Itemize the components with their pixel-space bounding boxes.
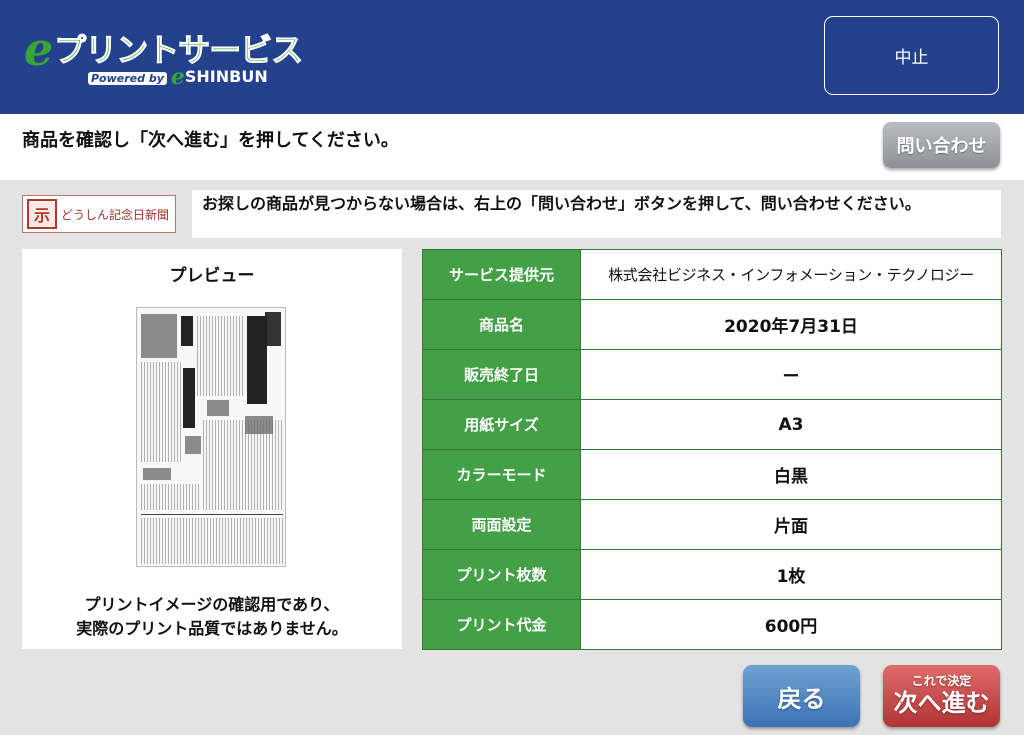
- detail-value: 2020年7月31日: [580, 299, 1002, 350]
- detail-label: 両面設定: [422, 499, 581, 550]
- instruction-bar: 商品を確認し「次へ進む」を押してください。: [0, 114, 1024, 180]
- table-row: 用紙サイズ A3: [422, 399, 1002, 450]
- table-row: カラーモード 白黒: [422, 449, 1002, 500]
- detail-value: 片面: [580, 499, 1002, 550]
- np-photo: [143, 468, 171, 480]
- stop-button[interactable]: 中止: [824, 16, 999, 95]
- np-divider: [141, 514, 283, 515]
- preview-note-line1: プリントイメージの確認用であり、: [84, 595, 340, 614]
- np-ad-block: [141, 518, 283, 564]
- inquiry-button[interactable]: 問い合わせ: [883, 122, 1000, 168]
- brand-mark-icon: 示: [27, 199, 57, 229]
- preview-note: プリントイメージの確認用であり、 実際のプリント品質ではありません。: [22, 593, 402, 641]
- detail-label: 用紙サイズ: [422, 399, 581, 450]
- np-text-block: [197, 316, 243, 396]
- np-headline: [181, 316, 193, 346]
- logo-powered-by: Powered by: [88, 72, 167, 85]
- detail-value: 白黒: [580, 449, 1002, 500]
- detail-value: 株式会社ビジネス・インフォメーション・テクノロジー: [580, 249, 1002, 300]
- preview-note-line2: 実際のプリント品質ではありません。: [76, 619, 348, 638]
- logo-subtitle: Powered by eSHINBUN: [88, 62, 268, 90]
- np-photo: [141, 314, 177, 358]
- np-photo: [207, 400, 229, 416]
- table-row: プリント代金 600円: [422, 599, 1002, 650]
- eprint-service-logo: eプリントサービス Powered by eSHINBUN: [24, 18, 304, 90]
- detail-label: 商品名: [422, 299, 581, 350]
- logo-e: e: [24, 22, 53, 76]
- detail-value: ー: [580, 349, 1002, 400]
- np-headline: [247, 316, 267, 404]
- np-masthead: [265, 312, 281, 346]
- np-text-block: [141, 484, 199, 510]
- detail-label: カラーモード: [422, 449, 581, 500]
- logo-shinbun: SHINBUN: [184, 67, 268, 86]
- np-text-block: [203, 420, 283, 510]
- preview-panel: プレビュー プリントイメージの確認用であり、 実際のプリント品質ではありません。: [22, 249, 402, 649]
- next-button[interactable]: これで決定 次へ進む: [883, 665, 1000, 727]
- table-row: 商品名 2020年7月31日: [422, 299, 1002, 350]
- logo-sub-e: e: [170, 64, 185, 90]
- header-bar: eプリントサービス Powered by eSHINBUN 中止: [0, 0, 1024, 114]
- detail-value: A3: [580, 399, 1002, 450]
- detail-label: 販売終了日: [422, 349, 581, 400]
- np-text-block: [141, 362, 181, 462]
- brand-name: どうしん記念日新聞: [61, 207, 170, 222]
- back-button[interactable]: 戻る: [743, 665, 860, 727]
- table-row: サービス提供元 株式会社ビジネス・インフォメーション・テクノロジー: [422, 249, 1002, 300]
- table-row: 両面設定 片面: [422, 499, 1002, 550]
- np-photo: [185, 436, 201, 454]
- next-button-label: 次へ進む: [893, 689, 990, 717]
- preview-title: プレビュー: [169, 266, 255, 286]
- detail-label: プリント代金: [422, 599, 581, 650]
- table-row: プリント枚数 1枚: [422, 549, 1002, 600]
- newspaper-brand-logo: 示 どうしん記念日新聞: [22, 195, 176, 233]
- np-headline: [183, 368, 195, 428]
- table-row: 販売終了日 ー: [422, 349, 1002, 400]
- detail-label: サービス提供元: [422, 249, 581, 300]
- next-button-sub-label: これで決定: [911, 674, 972, 688]
- newspaper-preview-image: [136, 307, 286, 567]
- instruction-text: 商品を確認し「次へ進む」を押してください。: [22, 130, 399, 151]
- detail-value: 1枚: [580, 549, 1002, 600]
- notice-text: お探しの商品が見つからない場合は、右上の「問い合わせ」ボタンを押して、問い合わせ…: [192, 190, 1001, 238]
- detail-label: プリント枚数: [422, 549, 581, 600]
- product-details-table: サービス提供元 株式会社ビジネス・インフォメーション・テクノロジー 商品名 20…: [422, 249, 1002, 650]
- detail-value: 600円: [580, 599, 1002, 650]
